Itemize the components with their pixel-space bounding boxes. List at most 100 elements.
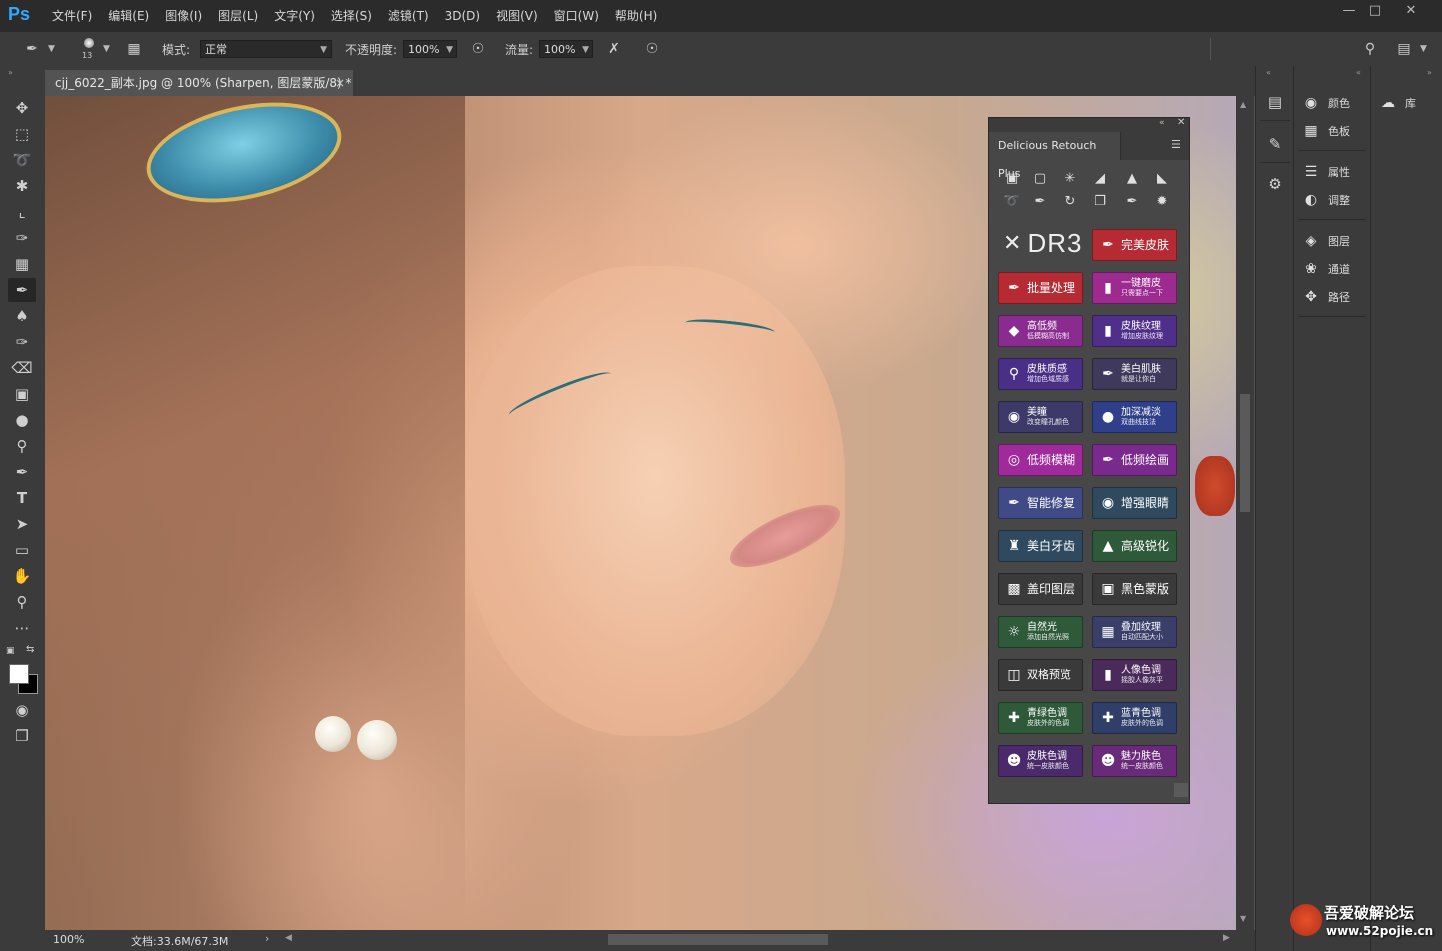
flow-input[interactable]: 100% ▼ — [539, 40, 593, 58]
scroll-left-icon[interactable]: ◀ — [285, 933, 292, 943]
lasso-tool-icon[interactable]: ➰ — [8, 148, 36, 172]
brush-panel-toggle-icon[interactable]: ▦ — [124, 39, 144, 59]
dodge-tool-icon[interactable]: ⚲ — [8, 434, 36, 458]
type-tool-icon[interactable]: T — [8, 486, 36, 510]
history-panel-icon[interactable]: ▤ — [1264, 92, 1286, 112]
vertical-scrollbar[interactable]: ▲ ▼ — [1236, 96, 1254, 930]
blur-tool-icon[interactable]: ● — [8, 408, 36, 432]
panel-tab[interactable]: Delicious Retouch Plus — [989, 132, 1121, 180]
menu-filter[interactable]: 滤镜(T) — [380, 0, 437, 32]
panel-color[interactable]: ◉ 颜色 — [1300, 92, 1350, 114]
panel-menu-icon[interactable]: ☰ — [1171, 138, 1181, 151]
collapse-icon[interactable]: « — [1356, 68, 1361, 77]
foreground-color-swatch[interactable] — [9, 664, 29, 684]
more-tools-icon[interactable]: ⋯ — [8, 616, 36, 640]
skin-tone-button[interactable]: ☻ 皮肤色调 统一皮肤颜色 — [998, 745, 1083, 777]
menu-view[interactable]: 视图(V) — [488, 0, 546, 32]
quick-select-tool-icon[interactable]: ✱ — [8, 174, 36, 198]
quick-mask-icon[interactable]: ◉ — [8, 698, 36, 722]
settings-icon[interactable]: ✳ — [1060, 170, 1080, 188]
scroll-right-icon[interactable]: ▶ — [1223, 933, 1230, 943]
natural-light-button[interactable]: ☼ 自然光 添加自然光照 — [998, 616, 1083, 648]
menu-edit[interactable]: 编辑(E) — [100, 0, 157, 32]
pressure-size-icon[interactable]: ☉ — [642, 39, 662, 59]
panel-swatches[interactable]: ▦ 色板 — [1300, 120, 1350, 142]
one-click-smooth-button[interactable]: ▮ 一键磨皮 只需要点一下 — [1092, 272, 1177, 304]
enhance-eyes-button[interactable]: ◉ 增强眼睛 — [1092, 487, 1177, 519]
blue-cyan-tone-button[interactable]: ✚ 蓝青色调 皮肤外的色调 — [1092, 702, 1177, 734]
maximize-button[interactable]: □ — [1358, 0, 1392, 22]
history-brush-tool-icon[interactable]: ✑ — [8, 330, 36, 354]
vertical-scroll-thumb[interactable] — [1240, 394, 1250, 512]
clone-stamp-tool-icon[interactable]: ♠ — [8, 304, 36, 328]
whiten-teeth-button[interactable]: ♜ 美白牙齿 — [998, 530, 1083, 562]
rectangle-tool-icon[interactable]: ▭ — [8, 538, 36, 562]
black-mask-button[interactable]: ▣ 黑色蒙版 — [1092, 573, 1177, 605]
collapse-icon[interactable]: » — [1427, 68, 1432, 77]
portrait-tone-button[interactable]: ▮ 人像色调 摇胶人像灰平 — [1092, 659, 1177, 691]
histogram-icon[interactable]: ◢ — [1090, 170, 1110, 188]
gradient-tool-icon[interactable]: ▣ — [8, 382, 36, 406]
frequency-separation-button[interactable]: ◆ 高低频 低模糊高仿制 — [998, 315, 1083, 347]
hand-tool-icon[interactable]: ✋ — [8, 564, 36, 588]
skin-quality-button[interactable]: ⚲ 皮肤质感 增加色域质感 — [998, 358, 1083, 390]
histogram-icon[interactable]: ◣ — [1152, 170, 1172, 188]
scroll-up-icon[interactable]: ▲ — [1240, 100, 1246, 109]
dodge-burn-button[interactable]: ● 加深减淡 双曲线技法 — [1092, 401, 1177, 433]
marquee-tool-icon[interactable]: ⬚ — [8, 122, 36, 146]
pen-tool-icon[interactable]: ✒ — [8, 460, 36, 484]
panel-channels[interactable]: ❀ 通道 — [1300, 258, 1350, 280]
document-tab[interactable]: cjj_6022_副本.jpg @ 100% (Sharpen, 图层蒙版/8)… — [45, 70, 353, 96]
panel-properties[interactable]: ☰ 属性 — [1300, 161, 1350, 183]
expand-icon[interactable]: » — [8, 68, 13, 77]
whiten-skin-button[interactable]: ✒ 美白肌肤 就是让你白 — [1092, 358, 1177, 390]
crop-tool-icon[interactable]: ⌞ — [8, 200, 36, 224]
layers-icon[interactable]: ❐ — [1090, 193, 1110, 211]
panel-paths[interactable]: ✥ 路径 — [1300, 286, 1350, 308]
low-freq-blur-button[interactable]: ◎ 低频模糊 — [998, 444, 1083, 476]
split-preview-button[interactable]: ◫ 双格预览 — [998, 659, 1083, 691]
close-window-button[interactable]: ✕ — [1394, 0, 1428, 22]
opacity-input[interactable]: 100% ▼ — [403, 40, 457, 58]
stamp-layer-button[interactable]: ▩ 盖印图层 — [998, 573, 1083, 605]
mode-select[interactable]: 正常 ▼ — [200, 40, 332, 58]
horizontal-scroll-thumb[interactable] — [608, 934, 828, 945]
zoom-tool-icon[interactable]: ⚲ — [8, 590, 36, 614]
collapse-icon[interactable]: « — [1159, 118, 1165, 128]
brush-tool-icon[interactable]: ✒ — [8, 278, 36, 302]
scroll-down-icon[interactable]: ▼ — [1240, 914, 1246, 923]
brush-settings-icon[interactable]: ✎ — [1264, 134, 1286, 154]
smart-repair-button[interactable]: ✒ 智能修复 — [998, 487, 1083, 519]
brush-icon[interactable]: ✒ — [1030, 193, 1050, 211]
panel-layers[interactable]: ◈ 图层 — [1300, 230, 1350, 252]
histogram-icon[interactable]: ▲ — [1122, 170, 1142, 188]
charm-skin-button[interactable]: ☻ 魅力肤色 统一皮肤颜色 — [1092, 745, 1177, 777]
perfect-skin-button[interactable]: ✒ 完美皮肤 — [1092, 229, 1177, 261]
eyedropper-tool-icon[interactable]: ✑ — [8, 226, 36, 250]
iris-color-button[interactable]: ◉ 美瞳 改变瞳孔颜色 — [998, 401, 1083, 433]
advanced-sharpen-button[interactable]: ▲ 高级锐化 — [1092, 530, 1177, 562]
brush-preset-picker[interactable]: 13 — [78, 36, 100, 62]
screen-mode-icon[interactable]: ❐ — [8, 724, 36, 748]
close-tab-icon[interactable]: × — [335, 70, 345, 96]
skin-texture-button[interactable]: ▮ 皮肤纹理 增加皮肤纹理 — [1092, 315, 1177, 347]
workspace-icon[interactable]: ▤ — [1394, 39, 1414, 59]
menu-layer[interactable]: 图层(L) — [210, 0, 266, 32]
texture-icon[interactable]: ✹ — [1152, 193, 1172, 211]
menu-3d[interactable]: 3D(D) — [437, 0, 488, 32]
overlay-texture-button[interactable]: ▦ 叠加纹理 自动匹配大小 — [1092, 616, 1177, 648]
close-panel-icon[interactable]: ✕ — [1177, 117, 1185, 128]
healing-brush-tool-icon[interactable]: ▦ — [8, 252, 36, 276]
brush-tool-icon[interactable]: ✒ — [22, 39, 42, 59]
chevron-down-icon[interactable]: ▼ — [1420, 44, 1427, 54]
bandage-icon[interactable]: ✒ — [1122, 193, 1142, 211]
low-freq-paint-button[interactable]: ✒ 低频绘画 — [1092, 444, 1177, 476]
panel-adjustments[interactable]: ◐ 调整 — [1300, 189, 1350, 211]
swap-colors-icon[interactable]: ⇆ — [26, 644, 34, 655]
rotate-icon[interactable]: ↻ — [1060, 193, 1080, 211]
menu-help[interactable]: 帮助(H) — [607, 0, 665, 32]
gradient-icon[interactable]: ▢ — [1030, 170, 1050, 188]
path-selection-tool-icon[interactable]: ➤ — [8, 512, 36, 536]
eraser-tool-icon[interactable]: ⌫ — [8, 356, 36, 380]
airbrush-icon[interactable]: ✗ — [604, 39, 624, 59]
